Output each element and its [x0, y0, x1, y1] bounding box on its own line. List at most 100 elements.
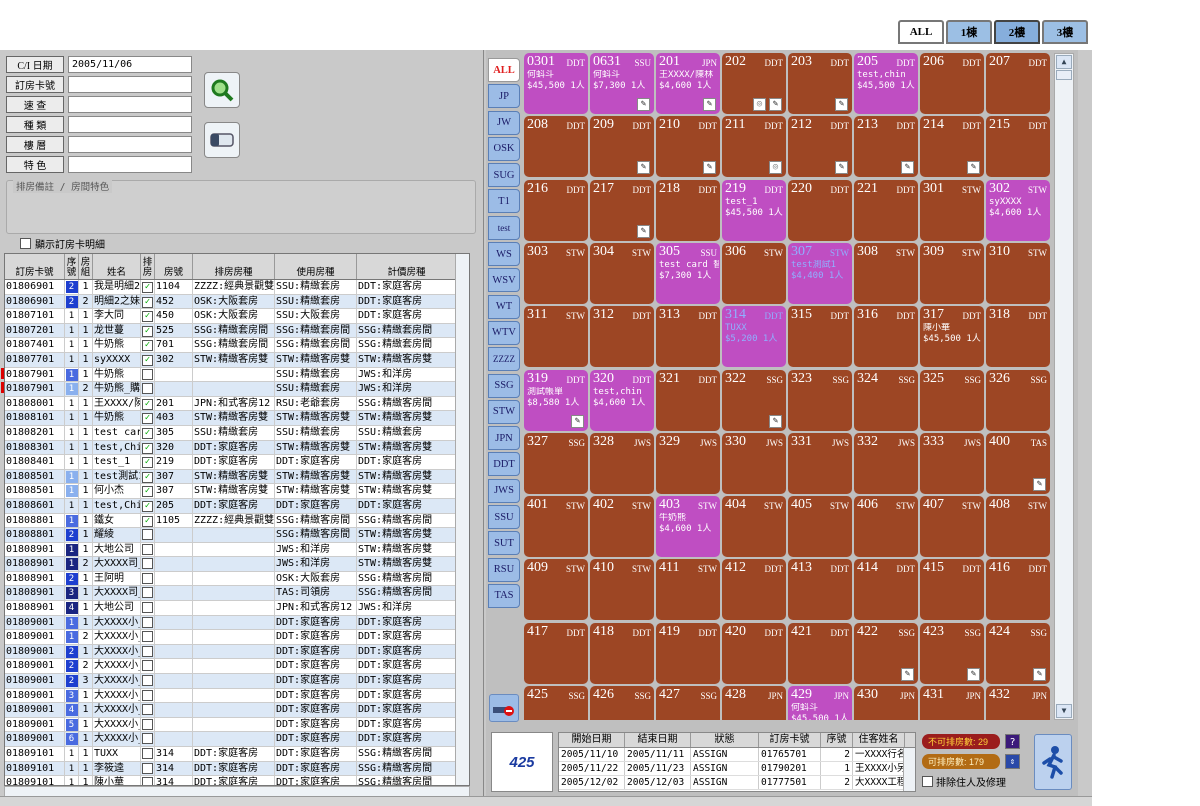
room-tile[interactable]: 427 SSG: [656, 686, 720, 720]
checkbox-icon[interactable]: [142, 616, 153, 628]
table-row[interactable]: 0180900161大XXXX小_1 DDT:家庭客房DDT:家庭客房: [5, 732, 469, 747]
maintenance-icon[interactable]: ◎: [769, 161, 782, 175]
grid-header-cell[interactable]: 排房房種: [193, 254, 275, 279]
checkbox-icon[interactable]: [142, 762, 153, 774]
building-tab-tas[interactable]: TAS: [488, 583, 520, 608]
table-row[interactable]: 01807701 1 1 syXXXX ✓ 302 STW:精緻客房雙 STW:精緻客房雙 ST…: [5, 352, 469, 368]
table-row[interactable]: 0180800111王XXXX/陳林✓201JPN:和式客房12RSU:老爺套房…: [5, 396, 469, 412]
room-tile[interactable]: 328 JWS: [590, 432, 654, 494]
edit-pencil-icon[interactable]: ✎: [769, 98, 782, 111]
room-tile[interactable]: 219 DDT test_1 $45,500 1人: [722, 179, 786, 241]
floor-tab-2[interactable]: 2樓: [994, 20, 1040, 44]
scroll-up-icon[interactable]: ▲: [1056, 55, 1072, 69]
grid-header-cell[interactable]: 房號: [155, 254, 193, 279]
room-tile[interactable]: 401 STW: [524, 496, 588, 558]
checkbox-icon[interactable]: [142, 718, 153, 730]
building-tab-all[interactable]: ALL: [488, 58, 520, 82]
room-tile[interactable]: 309 STW: [920, 242, 984, 304]
room-tile[interactable]: 400 TAS ✎: [986, 432, 1050, 494]
checkbox-icon[interactable]: ✓: [142, 427, 153, 439]
checkbox-icon[interactable]: [142, 660, 153, 672]
room-tile[interactable]: 202 DDT ✎ ◎: [722, 53, 786, 114]
room-tile[interactable]: 415 DDT: [920, 559, 984, 621]
grid-header-cell[interactable]: 姓名: [93, 254, 141, 279]
room-tile[interactable]: 423 SSG ✎: [920, 622, 984, 684]
table-row[interactable]: 0180900121大XXXX小_3 DDT:家庭客房DDT:家庭客房: [5, 644, 469, 660]
table-row[interactable]: 01807201 1 1 龙世蔓 ✓ 525 SSG:精緻套房間 SSG:精緻套房間 SSG:精…: [5, 323, 469, 339]
checkbox-icon[interactable]: [142, 631, 153, 643]
building-tab-sut[interactable]: SUT: [488, 531, 520, 556]
room-tile[interactable]: 409 STW: [524, 559, 588, 621]
room-tile[interactable]: 432 JPN: [986, 686, 1050, 720]
grid-header-cell[interactable]: 使用房種: [275, 254, 357, 279]
checkbox-icon[interactable]: [142, 777, 153, 785]
room-tile[interactable]: 430 JPN: [854, 686, 918, 720]
room-tile[interactable]: 207 DDT: [986, 53, 1050, 114]
building-tab-jp[interactable]: JP: [488, 84, 520, 109]
table-row[interactable]: 0180790112牛奶熊_購物 SSU:精緻套房JWS:和洋房: [5, 382, 469, 397]
checkbox-icon[interactable]: ✓: [142, 354, 153, 366]
building-tab-jpn[interactable]: JPN: [488, 426, 520, 451]
room-tile[interactable]: 411 STW: [656, 559, 720, 621]
edit-pencil-icon[interactable]: ✎: [835, 98, 848, 111]
room-tile[interactable]: 206 DDT: [920, 53, 984, 114]
table-row[interactable]: 01809101 1 1 陳小華 314 DDT:家庭客房 DDT:家庭客房 SSG:精緻客房…: [5, 776, 469, 785]
table-row[interactable]: 0180900151大XXXX小_1 DDT:家庭客房DDT:家庭客房: [5, 717, 469, 733]
edit-pencil-icon[interactable]: ✎: [637, 98, 650, 111]
building-tab-jw[interactable]: JW: [488, 110, 520, 135]
checkbox-icon[interactable]: ✓: [142, 311, 153, 323]
room-tile[interactable]: 302 STW syXXXX $4,600 1人: [986, 179, 1050, 241]
room-tile[interactable]: 209 DDT ✎: [590, 116, 654, 178]
table-row[interactable]: 01808801 1 1 鐵女 ✓ 1105 ZZZZ:經典景觀雙 SSG:精緻客房間 SSG:…: [5, 513, 469, 529]
room-tile[interactable]: 431 JPN: [920, 686, 984, 720]
checkbox-icon[interactable]: ✓: [142, 398, 153, 410]
assignment-row[interactable]: 2005/12/02 2005/12/03 ASSIGN 01777501 2 大XXXX…: [559, 776, 915, 790]
checkbox-icon[interactable]: [142, 529, 153, 541]
building-tab-zzzz[interactable]: ZZZZ: [488, 347, 520, 372]
room-tile[interactable]: 318 DDT: [986, 306, 1050, 368]
checkbox-icon[interactable]: [142, 689, 153, 701]
room-tile[interactable]: 306 STW: [722, 242, 786, 304]
room-tile[interactable]: 303 STW: [524, 242, 588, 304]
maintenance-icon[interactable]: ◎: [753, 98, 766, 111]
room-tile[interactable]: 331 JWS: [788, 432, 852, 494]
edit-pencil-icon[interactable]: ✎: [967, 667, 980, 681]
checkbox-icon[interactable]: [142, 602, 153, 614]
building-tab-osk[interactable]: OSK: [488, 136, 520, 161]
table-row[interactable]: 0180900123大XXXX小_5 DDT:家庭客房DDT:家庭客房: [5, 674, 469, 689]
checkbox-icon[interactable]: ✓: [142, 486, 153, 498]
room-tile[interactable]: 322 SSG ✎: [722, 369, 786, 431]
checkbox-icon[interactable]: ✓: [142, 282, 153, 293]
room-tile[interactable]: 314 DDT TUXX $5,200 1人: [722, 306, 786, 368]
grid-header-cell[interactable]: 序號: [65, 254, 79, 279]
room-tile[interactable]: 429 JPN 何蚪斗 $45,500 1人: [788, 686, 852, 720]
checkbox-icon[interactable]: [142, 558, 153, 570]
exclude-toggle[interactable]: 排除住人及修理: [922, 774, 1032, 789]
room-tile[interactable]: 333 JWS: [920, 432, 984, 494]
table-row[interactable]: 0180900112大XXXX小_2 DDT:家庭客房DDT:家庭客房: [5, 630, 469, 645]
assignment-header-cell[interactable]: 結束日期: [625, 733, 691, 747]
table-row[interactable]: 0180820111test card✓305SSU:精緻套房SSU:精緻套房S…: [5, 425, 469, 441]
building-tab-stw[interactable]: STW: [488, 399, 520, 424]
floor-tab-all[interactable]: ALL: [898, 20, 944, 44]
checkbox-icon[interactable]: [142, 587, 153, 599]
room-tile[interactable]: 321 DDT: [656, 369, 720, 431]
table-row[interactable]: 01806901 2 2 明細2之妹 ✓ 452 OSK:大阪套房 SSU:精緻套房 DDT:家…: [5, 294, 469, 310]
grid-header-cell[interactable]: 訂房卡號: [5, 254, 65, 279]
table-row[interactable]: 01807101 1 1 李大同 ✓ 450 OSK:大阪套房 SSU:大阪套房 DDT:家庭客…: [5, 309, 469, 324]
room-tile[interactable]: 316 DDT: [854, 306, 918, 368]
checkbox-icon[interactable]: [142, 704, 153, 716]
table-row[interactable]: 01808101 1 1 牛奶熊 ✓ 403 STW:精緻客房雙 STW:精緻客房雙 STW:精…: [5, 411, 469, 426]
building-tab-test[interactable]: test: [488, 215, 520, 240]
checkbox-icon[interactable]: ✓: [142, 457, 153, 469]
checkbox-icon[interactable]: [142, 383, 153, 395]
room-tile[interactable]: 326 SSG: [986, 369, 1050, 431]
quick-search-input[interactable]: [68, 96, 192, 113]
table-row[interactable]: 01808401 1 1 test_1 ✓ 219 DDT:家庭客房 DDT:家庭客房 DDT:…: [5, 455, 469, 470]
checkbox-icon[interactable]: [20, 238, 31, 249]
room-tile[interactable]: 324 SSG: [854, 369, 918, 431]
table-row[interactable]: 0180900122大XXXX小_4DDT:家庭客房DDT:家庭客房: [5, 659, 469, 675]
room-tile[interactable]: 311 STW: [524, 306, 588, 368]
table-row[interactable]: 01808801 2 1 耀綾 SSG:精緻客房間 STW:精緻客房雙: [5, 528, 469, 543]
edit-pencil-icon[interactable]: ✎: [637, 224, 650, 238]
